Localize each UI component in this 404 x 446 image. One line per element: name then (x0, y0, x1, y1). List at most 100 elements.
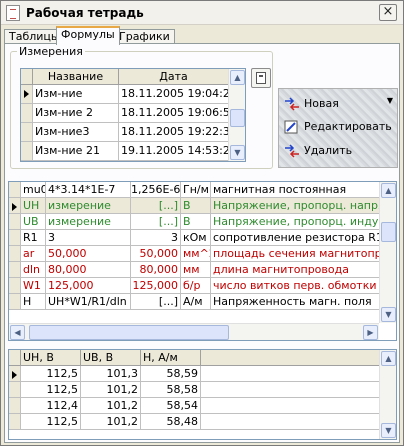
column-header-h[interactable]: H, А/м (141, 350, 201, 365)
table-row[interactable]: 112,4 101,2 58,54 (9, 398, 396, 414)
data-cell-h[interactable]: 58,59 (141, 366, 201, 381)
table-row[interactable]: Изм-ние3 18.11.2005 19:22:34 (21, 123, 245, 142)
scroll-left-icon[interactable]: ◀ (10, 325, 25, 340)
formula-row[interactable]: UH измерение [...] В Напряжение, пропорц… (9, 198, 396, 214)
formula-row[interactable]: R1 3 3 кОм сопротивление резистора R1 (9, 230, 396, 246)
close-button[interactable]: × (379, 4, 397, 21)
title-bar[interactable]: Рабочая тетрадь × (1, 1, 403, 25)
formula-description[interactable]: число витков перв. обмотки (211, 278, 381, 293)
table-row[interactable]: Изм-ние 2 18.11.2005 19:06:57 (21, 104, 245, 123)
new-dropdown-arrow-icon[interactable]: ▼ (387, 96, 393, 105)
delete-button[interactable]: Удалить (284, 142, 352, 160)
new-button[interactable]: Новая (284, 95, 339, 113)
data-cell-uh[interactable]: 112,5 (21, 414, 81, 429)
formula-name[interactable]: dln (21, 262, 46, 277)
formula-value[interactable]: 1,256E-6 (131, 182, 181, 197)
table-row[interactable]: 112,5 101,2 58,48 (9, 414, 396, 430)
measurement-date[interactable]: 18.11.2005 19:04:20 (119, 85, 229, 103)
formula-expression[interactable]: UH*W1/R1/dln (46, 294, 131, 309)
measurement-name[interactable]: Изм-ние 2 (33, 104, 119, 122)
formula-expression[interactable]: 80,000 (46, 262, 131, 277)
measurements-scrollbar[interactable]: ▲ ▼ (228, 69, 245, 161)
formula-name[interactable]: R1 (21, 230, 46, 245)
column-header-date[interactable]: Дата (119, 69, 229, 84)
data-cell-uh[interactable]: 112,5 (21, 382, 81, 397)
formula-expression[interactable]: измерение (46, 214, 131, 229)
scroll-down-icon[interactable]: ▼ (230, 145, 245, 160)
column-header-ub[interactable]: UB, В (81, 350, 141, 365)
formula-expression[interactable]: 125,000 (46, 278, 131, 293)
formula-value[interactable]: 125,000 (131, 278, 181, 293)
formula-value[interactable]: 50,000 (131, 246, 181, 261)
formula-unit[interactable]: В (181, 198, 211, 213)
measurements-grid[interactable]: Название Дата Изм-ние 18.11.2005 19:04:2… (20, 68, 246, 162)
formula-value[interactable]: [...] (131, 214, 181, 229)
formula-description[interactable]: Напряженность магн. поля (211, 294, 381, 309)
measurement-date[interactable]: 19.11.2005 14:53:24 (119, 142, 229, 160)
data-grid-scrollbar[interactable]: ▲ ▼ (379, 350, 396, 439)
data-grid[interactable]: UH, В UB, В H, А/м 112,5 101,3 58,59 112… (8, 349, 397, 440)
formulas-vertical-scrollbar[interactable]: ▲ ▼ (379, 182, 396, 323)
data-cell-ub[interactable]: 101,2 (81, 414, 141, 429)
measurement-name[interactable]: Изм-ние3 (33, 123, 119, 141)
formula-unit[interactable]: Гн/м (181, 182, 211, 197)
formula-expression[interactable]: измерение (46, 198, 131, 213)
measurement-date[interactable]: 18.11.2005 19:06:57 (119, 104, 229, 122)
formula-row[interactable]: ar 50,000 50,000 мм^2 площадь сечения ма… (9, 246, 396, 262)
formula-description[interactable]: площадь сечения магнитопровода (211, 246, 381, 261)
tab-formulas[interactable]: Формулы (56, 26, 120, 45)
formula-expression[interactable]: 50,000 (46, 246, 131, 261)
data-cell-uh[interactable]: 112,4 (21, 398, 81, 413)
formula-unit[interactable]: А/м (181, 294, 211, 309)
data-cell-ub[interactable]: 101,2 (81, 398, 141, 413)
data-cell-h[interactable]: 58,58 (141, 382, 201, 397)
scroll-up-icon[interactable]: ▲ (381, 351, 396, 366)
data-cell-h[interactable]: 58,48 (141, 414, 201, 429)
measurement-name[interactable]: Изм-ние 21 (33, 142, 119, 160)
formula-description[interactable]: магнитная постоянная (211, 182, 381, 197)
formula-value[interactable]: 80,000 (131, 262, 181, 277)
formula-value[interactable]: [...] (131, 294, 181, 309)
formula-row[interactable]: W1 125,000 125,000 б/р число витков перв… (9, 278, 396, 294)
formula-row[interactable]: UB измерение [...] В Напряжение, пропорц… (9, 214, 396, 230)
formula-name[interactable]: mu0 (21, 182, 46, 197)
scroll-down-icon[interactable]: ▼ (381, 423, 396, 438)
formula-row[interactable]: dln 80,000 80,000 мм длина магнитопровод… (9, 262, 396, 278)
column-header-name[interactable]: Название (33, 69, 119, 84)
formula-unit[interactable]: мм (181, 262, 211, 277)
formula-name[interactable]: UH (21, 198, 46, 213)
table-row[interactable]: Изм-ние 18.11.2005 19:04:20 (21, 85, 245, 104)
scroll-thumb[interactable] (230, 109, 245, 127)
measurement-name[interactable]: Изм-ние (33, 85, 119, 103)
formula-name[interactable]: H (21, 294, 46, 309)
formula-unit[interactable]: мм^2 (181, 246, 211, 261)
formula-unit[interactable]: кОм (181, 230, 211, 245)
formula-description[interactable]: длина магнитопровода (211, 262, 381, 277)
formula-value[interactable]: 3 (131, 230, 181, 245)
formula-name[interactable]: ar (21, 246, 46, 261)
formulas-horizontal-scrollbar[interactable]: ◀ ▶ (9, 323, 379, 340)
formula-description[interactable]: Напряжение, пропорц. напряженности (211, 198, 381, 213)
column-header-uh[interactable]: UH, В (21, 350, 81, 365)
formula-name[interactable]: UB (21, 214, 46, 229)
scroll-up-icon[interactable]: ▲ (381, 183, 396, 198)
formula-expression[interactable]: 4*3.14*1E-7 (46, 182, 131, 197)
scroll-right-icon[interactable]: ▶ (363, 325, 378, 340)
data-cell-uh[interactable]: 112,5 (21, 366, 81, 381)
formula-unit[interactable]: б/р (181, 278, 211, 293)
table-row[interactable]: Изм-ние 21 19.11.2005 14:53:24 (21, 142, 245, 161)
formulas-grid[interactable]: mu0 4*3.14*1E-7 1,256E-6 Гн/м магнитная … (8, 181, 397, 341)
formula-row[interactable]: mu0 4*3.14*1E-7 1,256E-6 Гн/м магнитная … (9, 182, 396, 198)
table-row[interactable]: 112,5 101,3 58,59 (9, 366, 396, 382)
scroll-thumb[interactable] (381, 222, 396, 242)
scroll-thumb[interactable] (29, 325, 229, 340)
table-row[interactable]: 112,5 101,2 58,58 (9, 382, 396, 398)
measurement-date[interactable]: 18.11.2005 19:22:34 (119, 123, 229, 141)
edit-button[interactable]: Редактировать (284, 118, 392, 136)
formula-name[interactable]: W1 (21, 278, 46, 293)
formula-value[interactable]: [...] (131, 198, 181, 213)
formula-description[interactable]: Напряжение, пропорц. индукции (211, 214, 381, 229)
data-cell-ub[interactable]: 101,3 (81, 366, 141, 381)
formula-unit[interactable]: В (181, 214, 211, 229)
formula-description[interactable]: сопротивление резистора R1 (211, 230, 381, 245)
